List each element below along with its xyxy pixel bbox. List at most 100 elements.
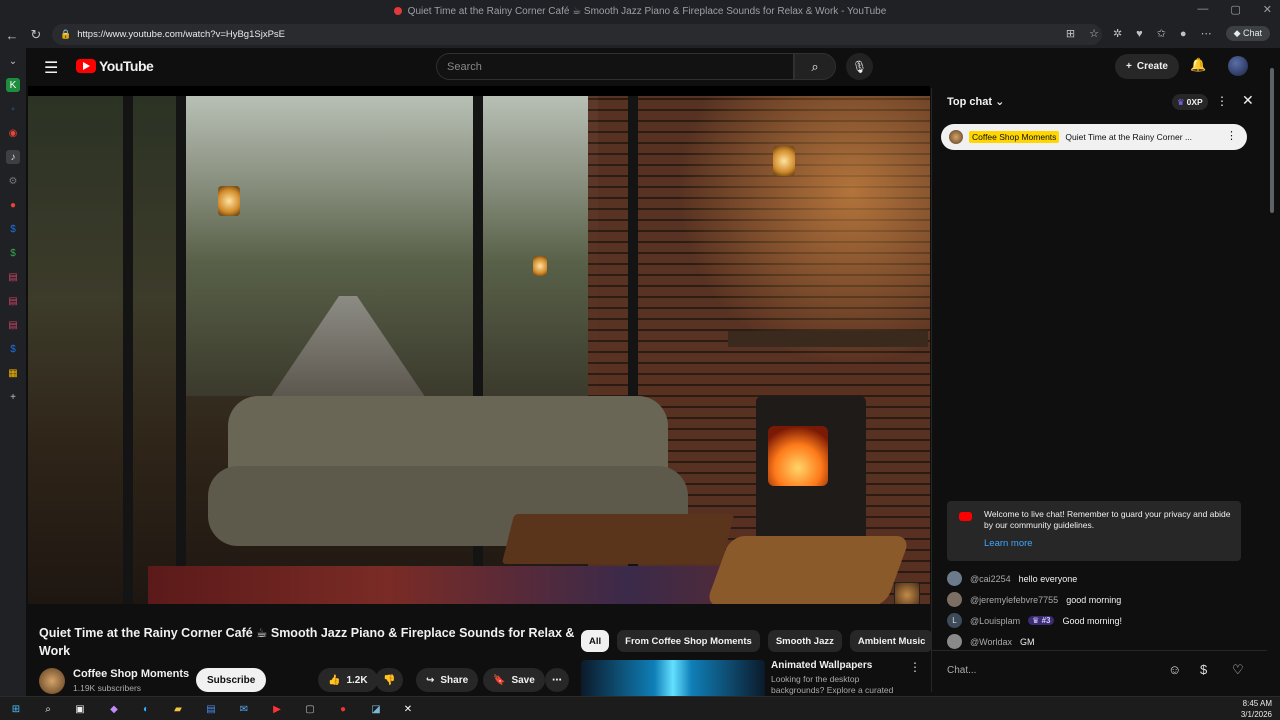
top-chat-dropdown[interactable]: Top chat ⌄	[947, 95, 1004, 108]
recommended-title[interactable]: Animated Wallpapers	[771, 660, 872, 671]
page-scrollbar[interactable]	[1268, 60, 1276, 690]
sidebar-dollar-icon[interactable]: $	[6, 222, 20, 236]
mail-icon[interactable]: ✉	[236, 701, 252, 717]
url-field[interactable]: 🔒 https://www.youtube.com/watch?v=HyBg1S…	[52, 24, 1102, 45]
pinned-menu-icon[interactable]: ⋮	[1226, 129, 1237, 142]
sidebar-app-icon[interactable]: ●	[6, 198, 20, 212]
pinned-message[interactable]: Coffee Shop Moments Quiet Time at the Ra…	[941, 124, 1247, 150]
like-button[interactable]: 👍 1.2K	[318, 668, 378, 692]
copilot-icon[interactable]: ◆	[106, 701, 122, 717]
close-window-icon[interactable]: ✕	[1263, 3, 1272, 16]
task-view-icon[interactable]: ▣	[72, 701, 88, 717]
sidebar-record-icon[interactable]: ◉	[6, 126, 20, 140]
chip-smooth-jazz[interactable]: Smooth Jazz	[767, 630, 842, 652]
chat-message[interactable]: @jeremylefebvre7755 good morning	[947, 589, 1247, 610]
app-available-icon[interactable]: ⊞	[1066, 27, 1075, 40]
sidebar-dollar-icon[interactable]: $	[6, 342, 20, 356]
youtube-logo[interactable]: YouTube	[76, 58, 154, 74]
app-icon[interactable]: ●	[335, 701, 351, 717]
chip-all[interactable]: All	[581, 630, 610, 652]
chat-message[interactable]: L @Louisplam ♛ #3 Good morning!	[947, 610, 1247, 631]
sidebar-app-icon[interactable]: ◦	[6, 102, 20, 116]
sidebar-settings-icon[interactable]: ⚙	[6, 174, 20, 188]
sidebar-app-icon[interactable]: K	[6, 78, 20, 92]
search-button[interactable]: ⌕	[794, 53, 836, 80]
chat-author[interactable]: @jeremylefebvre7755	[970, 595, 1058, 605]
super-chat-icon[interactable]: $	[1200, 662, 1207, 677]
chat-messages: @cai2254 hello everyone @jeremylefebvre7…	[947, 568, 1247, 652]
sidebar-office-icon[interactable]: ▦	[6, 366, 20, 380]
chat-author[interactable]: @Louisplam	[970, 616, 1020, 626]
chat-avatar: L	[947, 613, 962, 628]
sidebar-dollar-icon[interactable]: $	[6, 246, 20, 260]
chat-author[interactable]: @cai2254	[970, 574, 1011, 584]
menu-icon[interactable]: ☰	[44, 58, 58, 78]
chat-text: Good morning!	[1062, 615, 1123, 626]
chat-message[interactable]: @cai2254 hello everyone	[947, 568, 1247, 589]
more-menu-icon[interactable]: ⋯	[1201, 27, 1212, 40]
reload-icon[interactable]: ↻	[24, 27, 48, 43]
scrollbar-thumb[interactable]	[1270, 68, 1274, 213]
channel-avatar[interactable]	[39, 668, 65, 694]
channel-name[interactable]: Coffee Shop Moments	[73, 668, 189, 680]
app-icon[interactable]: ▢	[302, 701, 318, 717]
create-button[interactable]: + Create	[1115, 54, 1179, 79]
channel-watermark[interactable]	[894, 582, 920, 604]
save-button[interactable]: 🔖 Save	[483, 668, 545, 692]
maximize-icon[interactable]: ▢	[1230, 3, 1240, 16]
file-explorer-icon[interactable]: ▰	[170, 701, 186, 717]
system-clock[interactable]: 8:45 AM 3/1/2026	[1241, 698, 1272, 720]
dislike-button[interactable]: 👎	[375, 668, 404, 692]
favorite-star-icon[interactable]: ☆	[1089, 27, 1099, 40]
xp-badge[interactable]: ♛ 0XP	[1172, 94, 1208, 110]
video-player[interactable]	[28, 86, 930, 604]
chip-ambient-music[interactable]: Ambient Music	[849, 630, 934, 652]
subscribe-button[interactable]: Subscribe	[196, 668, 267, 692]
app-icon[interactable]: ✕	[400, 701, 416, 717]
store-icon[interactable]: ▤	[203, 701, 219, 717]
recommended-thumbnail[interactable]	[581, 660, 765, 696]
notifications-bell-icon[interactable]: 🔔	[1190, 57, 1206, 73]
share-button[interactable]: ↪ Share	[416, 668, 479, 692]
youtube-play-icon	[76, 59, 96, 73]
sidebar-collapse-icon[interactable]: ⌄	[6, 54, 20, 68]
chip-from-channel[interactable]: From Coffee Shop Moments	[617, 630, 760, 652]
account-avatar[interactable]	[1228, 56, 1248, 76]
learn-more-link[interactable]: Learn more	[984, 538, 1033, 549]
search-input[interactable]: Search	[436, 53, 794, 80]
windows-start-icon[interactable]: ⊞	[8, 701, 24, 717]
app-icon[interactable]: ◪	[368, 701, 384, 717]
sidebar-folder-icon[interactable]: ▤	[6, 318, 20, 332]
youtube-app-icon[interactable]: ▶	[269, 701, 285, 717]
chat-input-bar: Chat... ☺ $ ♡	[932, 650, 1267, 692]
leather-chair	[705, 536, 911, 604]
warm-light-glow	[668, 96, 930, 416]
recommended-menu-icon[interactable]: ⋮	[909, 660, 921, 674]
more-actions-button[interactable]: ⋯	[545, 668, 569, 692]
emoji-icon[interactable]: ☺	[1168, 662, 1181, 677]
minimize-icon[interactable]: —	[1197, 3, 1208, 16]
taskbar-search-icon[interactable]: ⌕	[40, 701, 56, 717]
heart-icon[interactable]: ♡	[1232, 662, 1244, 678]
chat-author[interactable]: @Worldax	[970, 637, 1012, 647]
recommended-video[interactable]: Animated Wallpapers Looking for the desk…	[581, 660, 921, 696]
browser-essentials-icon[interactable]: ♥	[1136, 28, 1143, 40]
sidebar-add-icon[interactable]: +	[6, 390, 20, 404]
copilot-chat-button[interactable]: ◆ Chat	[1225, 26, 1270, 41]
chat-menu-icon[interactable]: ⋮	[1216, 94, 1228, 108]
sidebar-folder-icon[interactable]: ▤	[6, 294, 20, 308]
voice-search-button[interactable]: 🎙	[846, 53, 873, 80]
chat-message[interactable]: @Worldax GM	[947, 631, 1247, 652]
recommended-description: Looking for the desktop backgrounds? Exp…	[771, 674, 894, 695]
sidebar-folder-icon[interactable]: ▤	[6, 270, 20, 284]
profile-icon[interactable]: ●	[1180, 28, 1187, 40]
favorites-icon[interactable]: ✩	[1157, 27, 1166, 40]
sidebar-volume-icon[interactable]: ♪	[6, 150, 20, 164]
pinned-author: Coffee Shop Moments	[969, 131, 1060, 143]
extensions-icon[interactable]: ✲	[1113, 27, 1122, 40]
chat-input[interactable]: Chat...	[947, 665, 976, 676]
close-icon[interactable]: ✕	[1242, 92, 1254, 109]
edge-icon[interactable]: ◐	[138, 701, 154, 717]
pinned-author-avatar	[949, 130, 963, 144]
back-icon[interactable]: ←	[0, 28, 24, 43]
